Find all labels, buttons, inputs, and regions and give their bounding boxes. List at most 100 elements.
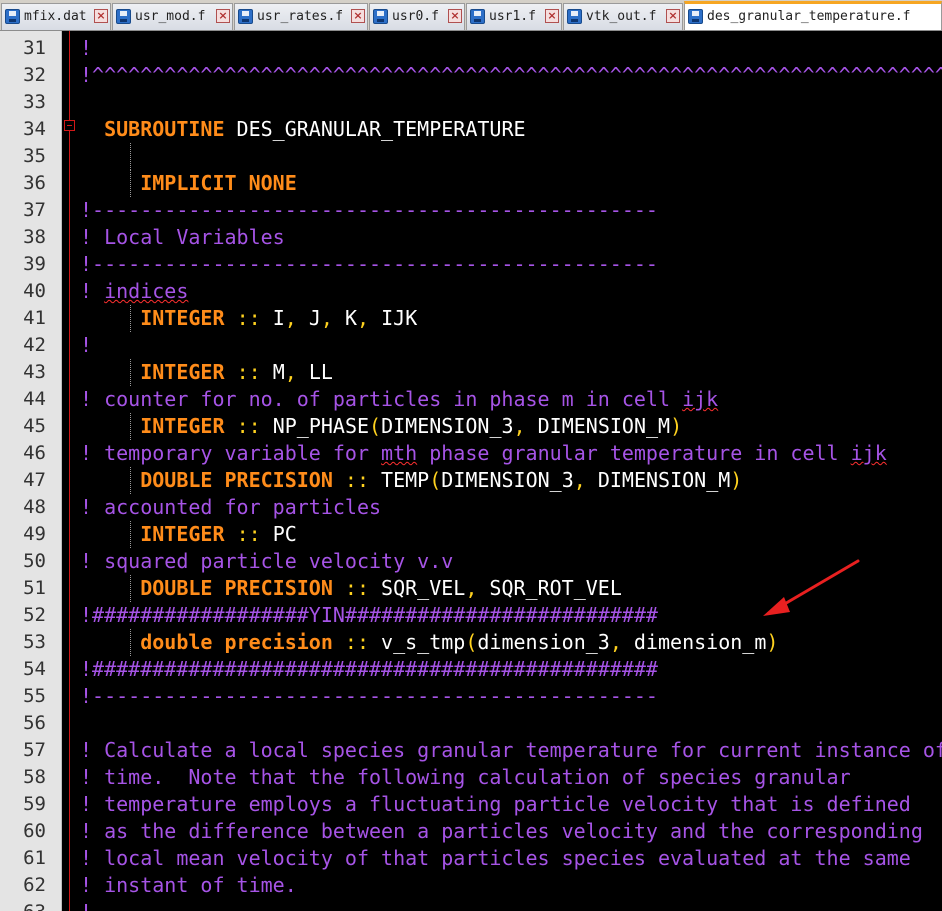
- code-line[interactable]: 52 !##################YIN################…: [0, 602, 942, 629]
- code-editor[interactable]: 31! 32 !^^^^^^^^^^^^^^^^^^^^^^^^^^^^^^^^^^…: [0, 31, 942, 911]
- identifier-token: dimension_m: [621, 630, 767, 654]
- identifier-token: [225, 306, 237, 330]
- tab-label: des_granular_temperature.f: [707, 9, 911, 24]
- close-icon[interactable]: ×: [216, 9, 230, 23]
- code-text: DOUBLE PRECISION :: SQR_VEL, SQR_ROT_VEL: [80, 575, 622, 602]
- code-line[interactable]: 35: [0, 143, 942, 170]
- code-line[interactable]: 47 DOUBLE PRECISION :: TEMP(DIMENSION_3,…: [0, 467, 942, 494]
- code-text: ! instant of time.: [80, 872, 297, 899]
- code-text: ! counter for no. of particles in phase …: [80, 386, 718, 413]
- code-text: INTEGER :: M, LL: [80, 359, 333, 386]
- code-text: double precision :: v_s_tmp(dimension_3,…: [80, 629, 778, 656]
- line-number: 31: [23, 37, 46, 59]
- operator-token: ,: [284, 306, 297, 330]
- operator-token: ::: [344, 468, 370, 492]
- code-line[interactable]: 46 ! temporary variable for mth phase gra…: [0, 440, 942, 467]
- code-line[interactable]: 61 ! local mean velocity of that particle…: [0, 845, 942, 872]
- operator-token: ): [730, 468, 743, 492]
- code-line[interactable]: 45 INTEGER :: NP_PHASE(DIMENSION_3, DIME…: [0, 413, 942, 440]
- code-line[interactable]: 36 IMPLICIT NONE: [0, 170, 942, 197]
- code-text: IMPLICIT NONE: [80, 170, 297, 197]
- comment-token: ! local mean velocity of that particles …: [80, 846, 911, 870]
- identifier-token: [333, 468, 345, 492]
- spellcheck-word: indices: [104, 279, 189, 303]
- line-number: 34: [23, 118, 46, 140]
- close-icon[interactable]: ×: [351, 9, 365, 23]
- line-number: 57: [23, 739, 46, 761]
- line-number: 43: [23, 361, 46, 383]
- comment-token: phase granular temperature in cell: [417, 441, 851, 465]
- close-icon[interactable]: ×: [666, 9, 680, 23]
- tab-usr-mod[interactable]: usr_mod.f ×: [112, 3, 233, 30]
- tab-label: vtk_out.f: [586, 9, 657, 24]
- code-line[interactable]: 38 ! Local Variables: [0, 224, 942, 251]
- code-line[interactable]: 55 !-------------------------------------…: [0, 683, 942, 710]
- line-number: 39: [23, 253, 46, 275]
- comment-token: !^^^^^^^^^^^^^^^^^^^^^^^^^^^^^^^^^^^^^^^…: [80, 63, 942, 87]
- code-line[interactable]: 34 SUBROUTINE DES_GRANULAR_TEMPERATURE: [0, 116, 942, 143]
- code-line[interactable]: 56: [0, 710, 942, 737]
- operator-token: ): [766, 630, 779, 654]
- line-number: 46: [23, 442, 46, 464]
- comment-token: ! temperature employs a fluctuating part…: [80, 792, 911, 816]
- code-line[interactable]: 62 ! instant of time.: [0, 872, 942, 899]
- tab-des-granular-temperature[interactable]: des_granular_temperature.f: [684, 1, 942, 30]
- line-number: 45: [23, 415, 46, 437]
- close-icon[interactable]: ×: [545, 9, 559, 23]
- tab-vtk-out[interactable]: vtk_out.f ×: [563, 3, 683, 30]
- code-text: ! Calculate a local species granular tem…: [80, 737, 942, 764]
- identifier-token: [80, 576, 140, 600]
- tab-usr-rates[interactable]: usr_rates.f ×: [234, 3, 368, 30]
- code-line[interactable]: 57 ! Calculate a local species granular t…: [0, 737, 942, 764]
- close-icon[interactable]: ×: [94, 9, 108, 23]
- keyword-token: IMPLICIT NONE: [140, 171, 297, 195]
- code-line[interactable]: 39 !-------------------------------------…: [0, 251, 942, 278]
- code-line[interactable]: 58 ! time. Note that the following calcul…: [0, 764, 942, 791]
- code-line[interactable]: 63 !-------------------------------------…: [0, 899, 942, 911]
- code-line[interactable]: 40! indices: [0, 278, 942, 305]
- operator-token: ::: [236, 522, 261, 546]
- code-line[interactable]: 33: [0, 89, 942, 116]
- operator-token: (: [369, 414, 382, 438]
- keyword-token: DOUBLE PRECISION: [140, 468, 333, 492]
- close-icon[interactable]: ×: [448, 9, 462, 23]
- code-line[interactable]: 37 !-------------------------------------…: [0, 197, 942, 224]
- line-number: 53: [23, 631, 46, 653]
- operator-token: ,: [284, 360, 297, 384]
- code-line[interactable]: 54 !#####################################…: [0, 656, 942, 683]
- code-line[interactable]: 44 ! counter for no. of particles in phas…: [0, 386, 942, 413]
- code-text: ! temperature employs a fluctuating part…: [80, 791, 911, 818]
- operator-token: ,: [573, 468, 586, 492]
- identifier-token: [80, 468, 140, 492]
- comment-token: ! instant of time.: [80, 873, 297, 897]
- code-text: DOUBLE PRECISION :: TEMP(DIMENSION_3, DI…: [80, 467, 742, 494]
- line-number: 48: [23, 496, 46, 518]
- save-icon: [238, 9, 253, 24]
- code-text: ! Local Variables: [80, 224, 285, 251]
- code-line[interactable]: 59 ! temperature employs a fluctuating pa…: [0, 791, 942, 818]
- operator-token: ): [670, 414, 683, 438]
- save-icon: [373, 9, 388, 24]
- operator-token: ,: [609, 630, 622, 654]
- code-line[interactable]: 49 INTEGER :: PC: [0, 521, 942, 548]
- code-line[interactable]: 48 ! accounted for particles: [0, 494, 942, 521]
- line-number: 63: [0, 899, 46, 911]
- identifier-token: K: [332, 306, 358, 330]
- code-line[interactable]: 43 INTEGER :: M, LL: [0, 359, 942, 386]
- code-line[interactable]: 31!: [0, 35, 942, 62]
- tab-usr0[interactable]: usr0.f ×: [369, 3, 465, 30]
- code-text: !^^^^^^^^^^^^^^^^^^^^^^^^^^^^^^^^^^^^^^^…: [80, 62, 942, 89]
- code-line[interactable]: 32 !^^^^^^^^^^^^^^^^^^^^^^^^^^^^^^^^^^^^^…: [0, 62, 942, 89]
- code-line[interactable]: 60 ! as the difference between a particle…: [0, 818, 942, 845]
- code-line[interactable]: 41 INTEGER :: I, J, K, IJK: [0, 305, 942, 332]
- code-line[interactable]: 50 ! squared particle velocity v.v: [0, 548, 942, 575]
- tab-usr1[interactable]: usr1.f ×: [466, 3, 562, 30]
- operator-token: ::: [344, 576, 370, 600]
- code-text: !---------------------------------------…: [80, 251, 658, 278]
- code-line[interactable]: 42!: [0, 332, 942, 359]
- tab-mfix-dat[interactable]: mfix.dat ×: [1, 3, 111, 30]
- code-line[interactable]: 51 DOUBLE PRECISION :: SQR_VEL, SQR_ROT_…: [0, 575, 942, 602]
- identifier-token: [333, 630, 345, 654]
- code-text: ! temporary variable for mth phase granu…: [80, 440, 887, 467]
- code-line[interactable]: 53 double precision :: v_s_tmp(dimension…: [0, 629, 942, 656]
